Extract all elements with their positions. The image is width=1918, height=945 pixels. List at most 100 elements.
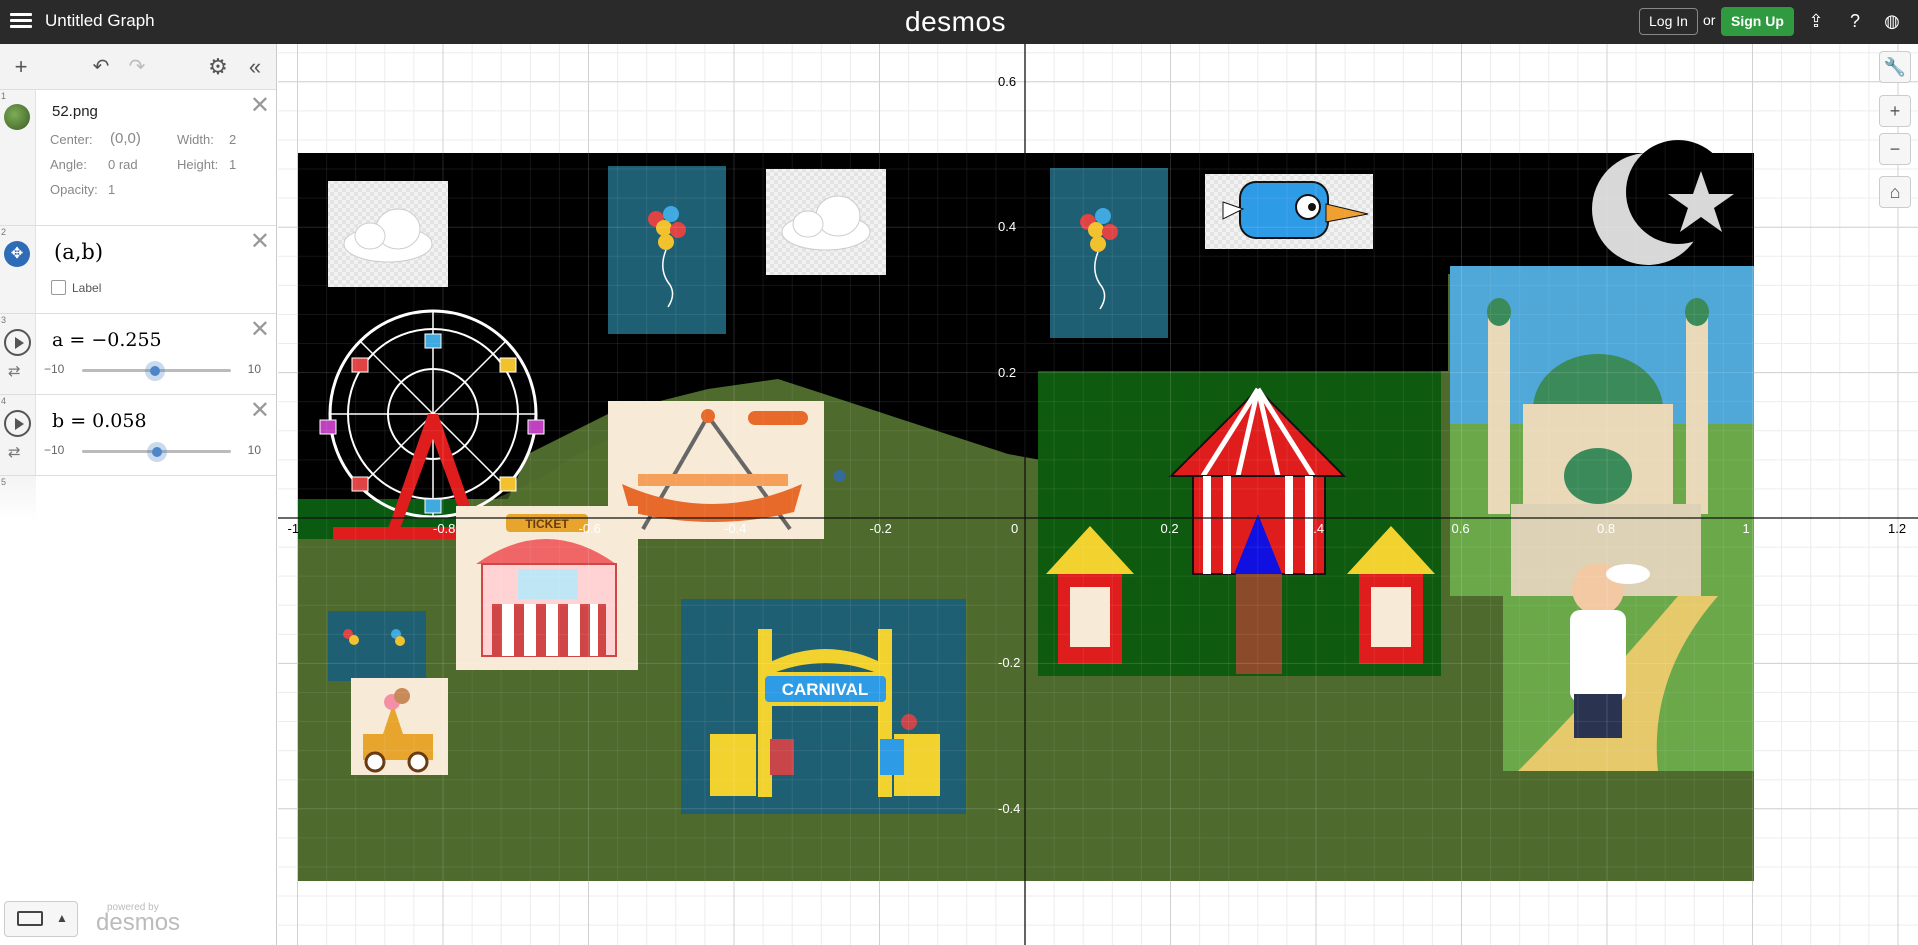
expression-number: 1 (1, 91, 7, 101)
slider-max[interactable]: 10 (248, 362, 261, 376)
expression-point[interactable]: 2 ✥ (a,b) ✕ Label (0, 226, 276, 314)
x-tick-label: 0.8 (1597, 521, 1616, 536)
expression-gutter: 1 (0, 90, 36, 225)
slider-b-expression[interactable]: b = 0.058 (52, 410, 147, 432)
height-value[interactable]: 1 (229, 157, 236, 172)
point-expression[interactable]: (a,b) (54, 240, 103, 264)
width-label: Width: (177, 132, 214, 147)
balloon-image-2 (1050, 168, 1168, 338)
center-value[interactable]: (0,0) (110, 130, 141, 147)
play-slider-icon[interactable] (4, 410, 31, 437)
delete-expression-icon[interactable]: ✕ (250, 399, 270, 423)
graph-title[interactable]: Untitled Graph (45, 11, 155, 31)
y-tick-label: -0.4 (998, 800, 1021, 816)
delete-expression-icon[interactable]: ✕ (250, 230, 270, 254)
x-tick-label: -0.6 (578, 521, 601, 536)
collapse-panel-icon[interactable]: « (242, 54, 268, 80)
label-checkbox[interactable] (51, 280, 66, 295)
share-icon[interactable]: ⇪ (1805, 10, 1827, 32)
x-tick-label: 1.2 (1888, 521, 1907, 536)
point-a-b[interactable] (833, 469, 846, 482)
y-tick-label: 0.6 (998, 73, 1017, 89)
slider-min[interactable]: −10 (44, 362, 64, 376)
help-icon[interactable]: ? (1844, 10, 1866, 32)
expression-gutter: 2 ✥ (0, 226, 36, 313)
expression-slider-a[interactable]: 3 ⇄ a = −0.255 ✕ −10 10 (0, 314, 276, 395)
home-zoom-icon[interactable]: ⌂ (1879, 176, 1911, 208)
login-button[interactable]: Log In (1639, 8, 1698, 35)
slider-a-expression[interactable]: a = −0.255 (52, 329, 162, 351)
balloon-image-1 (608, 166, 726, 334)
x-tick-label: -0.2 (869, 521, 892, 536)
keyboard-icon (17, 911, 43, 926)
delete-expression-icon[interactable]: ✕ (250, 318, 270, 342)
expression-slider-b[interactable]: 4 ⇄ b = 0.058 ✕ −10 10 (0, 395, 276, 476)
expression-number: 3 (1, 315, 7, 325)
drag-point-icon[interactable]: ✥ (4, 241, 30, 267)
slider-max[interactable]: 10 (248, 443, 261, 457)
image-52-png[interactable]: TICKET CARNIVAL (298, 140, 1754, 881)
hamburger-menu-icon[interactable] (10, 10, 32, 32)
angle-value[interactable]: 0 rad (108, 157, 138, 172)
image-name[interactable]: 52.png (52, 103, 98, 120)
image-thumbnail-icon (4, 104, 30, 130)
circus-tents-image (1038, 371, 1441, 676)
loop-mode-icon[interactable]: ⇄ (8, 443, 21, 461)
or-text: or (1703, 12, 1716, 28)
expression-gutter: 5 (0, 476, 36, 522)
opacity-value[interactable]: 1 (108, 182, 115, 197)
zoom-in-icon[interactable]: + (1879, 95, 1911, 127)
signup-button[interactable]: Sign Up (1721, 7, 1794, 36)
expression-panel: + ↶ ↷ ⚙ « 1 52.png ✕ Center: (0,0) Width… (0, 44, 277, 945)
carnival-gate-image: CARNIVAL (681, 599, 966, 814)
expression-number: 5 (1, 477, 7, 487)
cloud-image-right (766, 169, 886, 275)
small-balloons-image (328, 611, 426, 681)
x-tick-label: 1 (1742, 521, 1750, 536)
desmos-logo: desmos (905, 6, 1007, 37)
ticket-sign-text: TICKET (525, 517, 569, 531)
expression-number: 2 (1, 227, 7, 237)
settings-gear-icon[interactable]: ⚙ (205, 54, 231, 80)
expression-gutter: 4 ⇄ (0, 395, 36, 475)
x-tick-label: -0.4 (724, 521, 747, 536)
mosque-image (1450, 266, 1754, 604)
x-tick-label: 0.6 (1451, 521, 1470, 536)
expression-gutter: 3 ⇄ (0, 314, 36, 394)
graph-settings-wrench-icon[interactable]: 🔧 (1879, 51, 1911, 83)
expression-toolbar: + ↶ ↷ ⚙ « (0, 44, 276, 90)
x-tick-label: -0.8 (433, 521, 456, 536)
top-bar: Untitled Graph desmos Log In or Sign Up … (0, 0, 1918, 44)
caret-up-icon: ▲ (56, 911, 68, 925)
slider-thumb[interactable] (146, 442, 167, 462)
add-expression-icon[interactable]: + (8, 54, 34, 80)
slider-a[interactable]: −10 10 (44, 360, 269, 381)
slider-thumb[interactable] (144, 361, 165, 381)
undo-icon[interactable]: ↶ (88, 54, 114, 80)
carnival-sign-text: CARNIVAL (782, 680, 869, 699)
redo-icon[interactable]: ↷ (124, 54, 150, 80)
slider-min[interactable]: −10 (44, 443, 64, 457)
x-tick-label: 0.2 (1160, 521, 1179, 536)
slider-b[interactable]: −10 10 (44, 441, 269, 462)
delete-expression-icon[interactable]: ✕ (250, 94, 270, 118)
keyboard-toggle-button[interactable]: ▲ (4, 901, 78, 937)
powered-by-desmos-logo[interactable]: desmos (96, 909, 180, 937)
width-value[interactable]: 2 (229, 132, 236, 147)
expression-empty[interactable]: 5 (0, 476, 276, 522)
expression-image[interactable]: 1 52.png ✕ Center: (0,0) Width: 2 Angle:… (0, 90, 276, 226)
label-checkbox-text: Label (72, 281, 102, 295)
graph-svg[interactable]: TICKET CARNIVAL (278, 44, 1918, 945)
x-tick-label: -1 (287, 521, 300, 536)
angle-label: Angle: (50, 157, 87, 172)
zoom-out-icon[interactable]: − (1879, 133, 1911, 165)
globe-icon[interactable]: ◍ (1881, 10, 1903, 32)
blue-bird-image (1205, 174, 1373, 249)
graph-canvas[interactable]: TICKET CARNIVAL -1 -0.8 -0.6 -0.4 -0.2 0… (278, 44, 1918, 945)
expression-number: 4 (1, 396, 7, 406)
x-tick-label: 0.4 (1306, 521, 1325, 536)
loop-mode-icon[interactable]: ⇄ (8, 362, 21, 380)
opacity-label: Opacity: (50, 182, 98, 197)
center-label: Center: (50, 132, 93, 147)
play-slider-icon[interactable] (4, 329, 31, 356)
